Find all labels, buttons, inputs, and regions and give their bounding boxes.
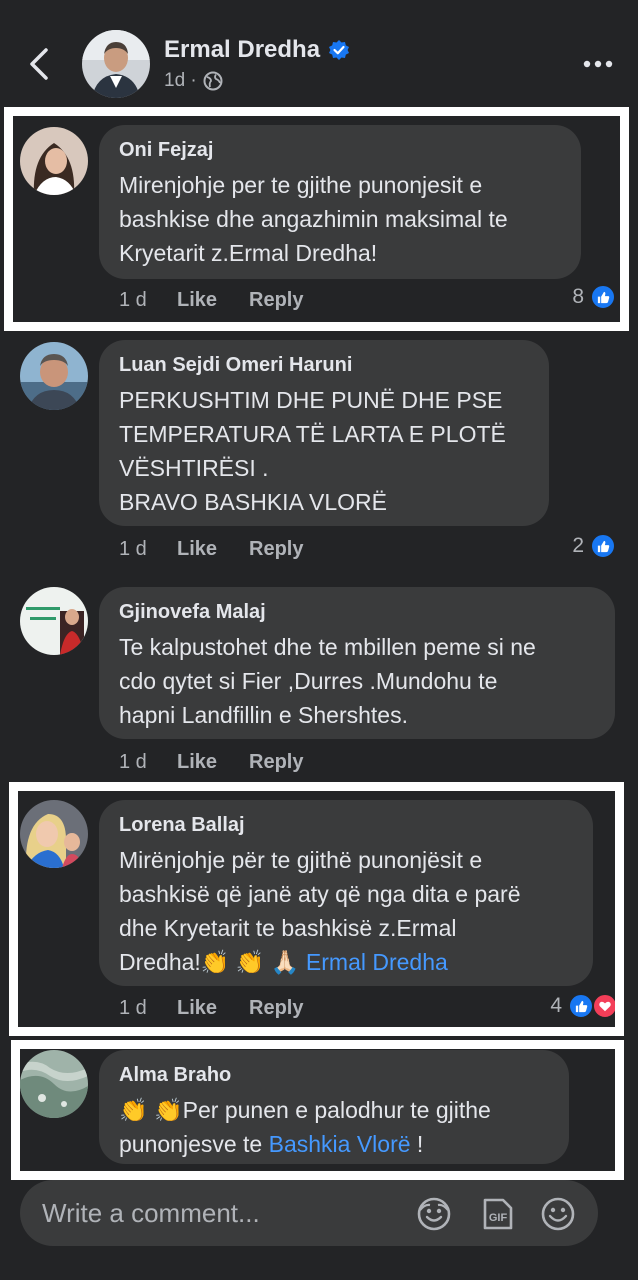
post-meta: 1d · — [164, 70, 223, 92]
verified-badge-icon — [329, 40, 350, 60]
emoji-icon[interactable] — [540, 1196, 576, 1232]
commenter-name[interactable]: Gjinovefa Malaj — [119, 601, 595, 624]
like-button[interactable]: Like — [177, 538, 249, 561]
comment-actions: 1 d Like Reply — [119, 538, 303, 561]
comment-input[interactable] — [42, 1180, 412, 1246]
back-button[interactable] — [24, 44, 58, 84]
avatar-sticker-icon[interactable] — [416, 1196, 452, 1232]
highlight-box — [9, 782, 624, 1036]
like-button[interactable]: Like — [177, 751, 249, 774]
comment-actions: 1 d Like Reply — [119, 751, 303, 774]
comment-text: PERKUSHTIM DHE PUNË DHE PSE TEMPERATURA … — [119, 387, 506, 515]
author-avatar[interactable] — [82, 30, 150, 98]
gif-icon[interactable]: GIF — [479, 1196, 515, 1232]
commenter-avatar[interactable] — [20, 342, 88, 410]
comment-text: Te kalpustohet dhe te mbillen peme si ne… — [119, 634, 536, 728]
commenter-avatar[interactable] — [20, 587, 88, 655]
reaction-count: 2 — [572, 534, 584, 557]
svg-text:GIF: GIF — [489, 1212, 508, 1224]
highlight-box — [11, 1040, 624, 1180]
like-reaction-icon — [590, 533, 616, 559]
comment-bubble: Gjinovefa Malaj Te kalpustohet dhe te mb… — [99, 587, 615, 739]
post-header: Ermal Dredha 1d · — [0, 0, 638, 110]
reaction-summary[interactable]: 2 — [572, 533, 616, 559]
reply-button[interactable]: Reply — [249, 538, 303, 561]
chevron-left-icon — [30, 48, 48, 80]
comment-time: 1 d — [119, 751, 147, 773]
more-options-icon[interactable] — [582, 54, 614, 74]
comment-bubble: Luan Sejdi Omeri Haruni PERKUSHTIM DHE P… — [99, 340, 549, 526]
reply-button[interactable]: Reply — [249, 751, 303, 774]
comment-composer: GIF — [20, 1180, 598, 1246]
globe-icon — [203, 71, 223, 91]
comment-time: 1 d — [119, 538, 147, 560]
post-time: 1d · — [164, 70, 197, 91]
commenter-name[interactable]: Luan Sejdi Omeri Haruni — [119, 354, 529, 377]
highlight-box — [4, 107, 629, 331]
author-name-label: Ermal Dredha — [164, 36, 321, 63]
author-name[interactable]: Ermal Dredha — [164, 36, 350, 64]
